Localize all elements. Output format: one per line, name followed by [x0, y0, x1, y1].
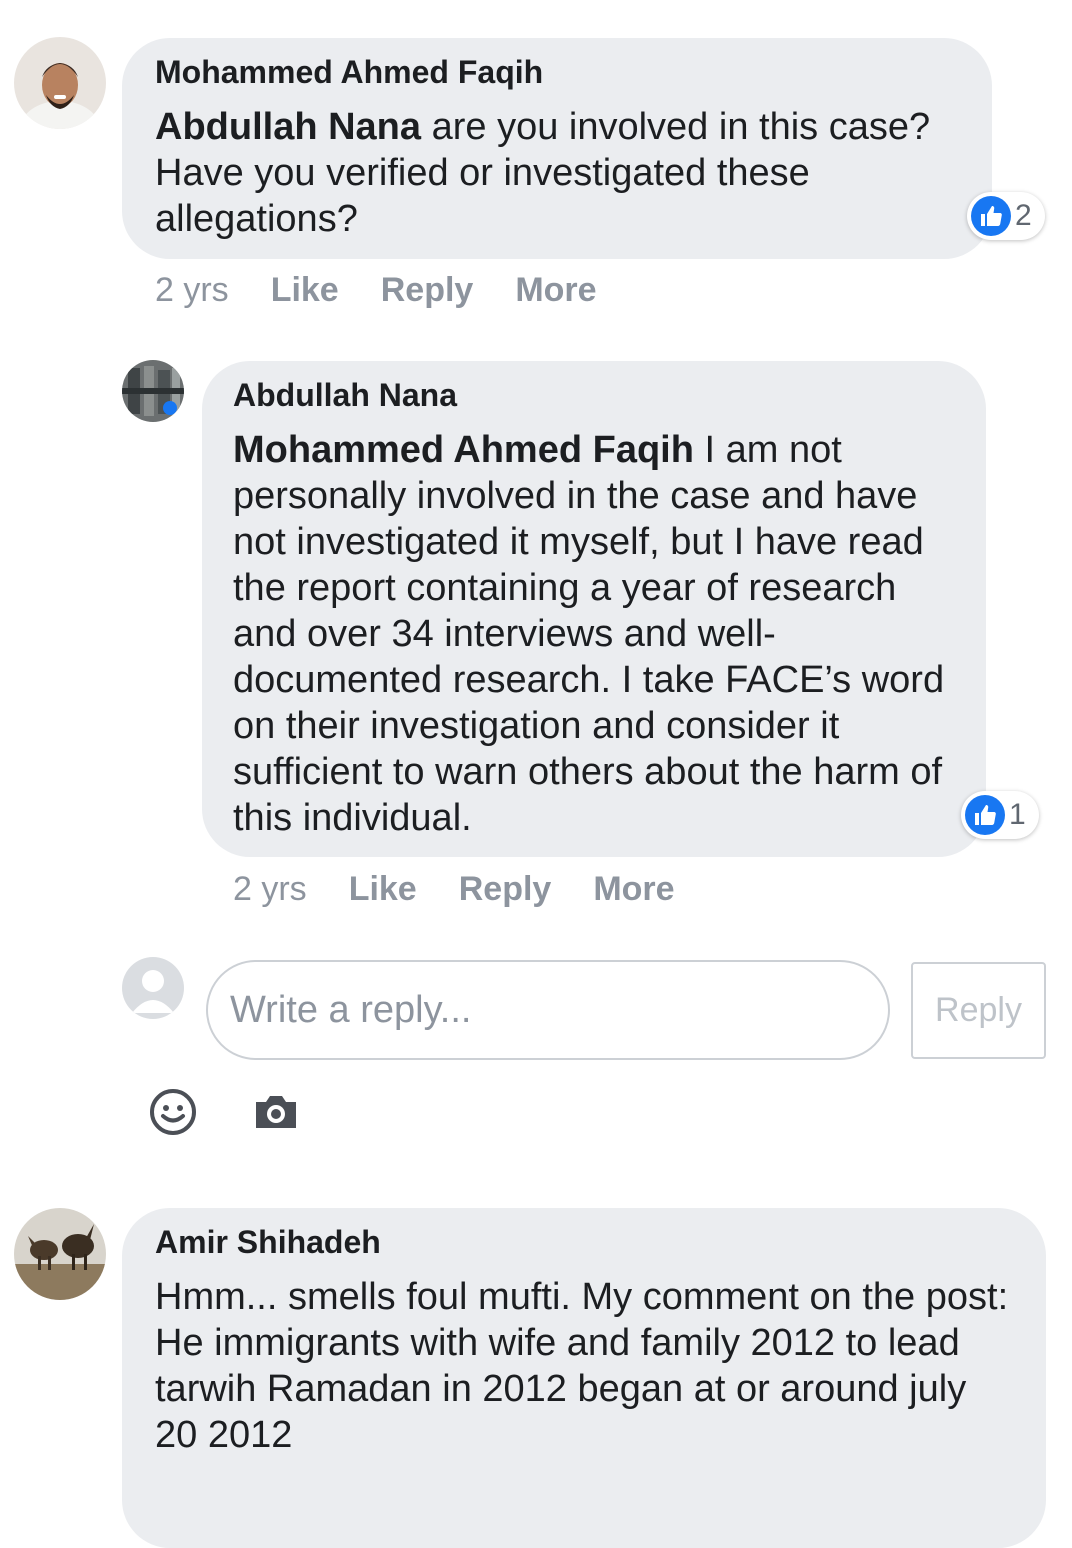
reply-link[interactable]: Reply	[381, 271, 474, 310]
comment-bubble: Abdullah Nana Mohammed Ahmed Faqih I am …	[202, 361, 986, 857]
comment-text: Abdullah Nana are you involved in this c…	[155, 104, 959, 242]
comment-actions: 2 yrs Like Reply More	[155, 270, 639, 310]
comment-body: Hmm... smells foul mufti. My comment on …	[155, 1276, 1009, 1456]
reaction-count: 1	[1009, 798, 1026, 831]
comment-author[interactable]: Mohammed Ahmed Faqih	[155, 54, 959, 90]
comment-author[interactable]: Abdullah Nana	[233, 377, 955, 413]
user-silhouette-icon	[122, 957, 184, 1019]
comment-timestamp[interactable]: 2 yrs	[155, 271, 229, 310]
comment-text: Mohammed Ahmed Faqih I am not personally…	[233, 427, 955, 841]
like-icon	[965, 795, 1005, 835]
reaction-badge[interactable]: 1	[961, 791, 1039, 839]
reply-input[interactable]	[206, 960, 890, 1060]
comment-author[interactable]: Amir Shihadeh	[155, 1224, 1013, 1260]
camera-icon[interactable]	[252, 1092, 300, 1137]
comment-bubble: Mohammed Ahmed Faqih Abdullah Nana are y…	[122, 38, 992, 259]
reaction-badge[interactable]: 2	[967, 192, 1045, 240]
more-button[interactable]: More	[515, 271, 596, 310]
comment-body: I am not personally involved in the case…	[233, 429, 945, 839]
like-button[interactable]: Like	[271, 271, 339, 310]
reply-link[interactable]: Reply	[459, 870, 552, 909]
reply-submit-button[interactable]: Reply	[911, 962, 1046, 1059]
avatar-abdullah-nana[interactable]	[122, 360, 184, 422]
comment-bubble: Amir Shihadeh Hmm... smells foul mufti. …	[122, 1208, 1046, 1548]
reaction-count: 2	[1015, 199, 1032, 232]
like-icon	[971, 196, 1011, 236]
more-button[interactable]: More	[593, 870, 674, 909]
mention-link[interactable]: Mohammed Ahmed Faqih	[233, 429, 694, 471]
like-button[interactable]: Like	[349, 870, 417, 909]
comment-actions: 2 yrs Like Reply More	[233, 869, 717, 909]
avatar-mohammed-ahmed-faqih[interactable]	[14, 37, 106, 129]
mention-link[interactable]: Abdullah Nana	[155, 106, 421, 148]
comment-timestamp[interactable]: 2 yrs	[233, 870, 307, 909]
avatar-amir-shihadeh[interactable]	[14, 1208, 106, 1300]
smiley-icon[interactable]	[148, 1087, 198, 1142]
